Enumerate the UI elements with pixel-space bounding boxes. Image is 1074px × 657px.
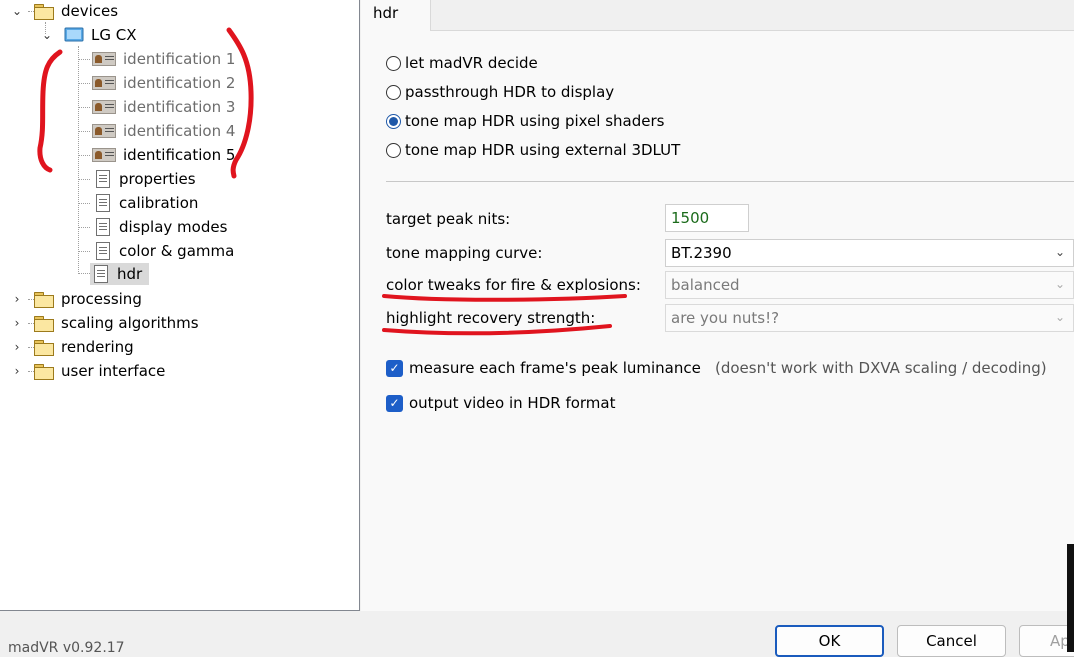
radio-tone-map-3dlut[interactable]: tone map HDR using external 3DLUT (386, 138, 680, 162)
tree-item-display-modes[interactable]: display modes (92, 216, 230, 238)
tab-bar: hdr (361, 0, 1074, 31)
chevron-right-icon[interactable]: › (10, 364, 24, 378)
window-edge (1067, 544, 1074, 652)
tree-connector (78, 251, 90, 252)
fire-tweaks-label: color tweaks for fire & explosions: (386, 276, 641, 294)
tree-item-rendering[interactable]: rendering (34, 336, 137, 358)
folder-icon (34, 315, 54, 332)
tree-item-scaling-algorithms[interactable]: scaling algorithms (34, 312, 202, 334)
tree-item-identification[interactable]: identification 2 (92, 72, 238, 94)
tone-curve-select[interactable]: BT.2390 ⌄ (665, 239, 1074, 267)
document-icon (96, 242, 110, 260)
document-icon (94, 265, 108, 283)
tree-item-calibration[interactable]: calibration (92, 192, 201, 214)
checkmark-icon: ✓ (386, 359, 403, 377)
tab-hdr[interactable]: hdr (361, 0, 431, 31)
tree-connector (78, 155, 90, 156)
radio-let-madvr-decide[interactable]: let madVR decide (386, 51, 538, 75)
tree-item-identification[interactable]: identification 1 (92, 48, 238, 70)
tree-connector (78, 46, 79, 272)
radio-icon (386, 142, 401, 158)
document-icon (96, 218, 110, 236)
tree-item-identification[interactable]: identification 3 (92, 96, 238, 118)
identification-icon (92, 52, 116, 66)
tree-connector (78, 107, 90, 108)
identification-icon (92, 76, 116, 90)
tree-item-identification[interactable]: identification 4 (92, 120, 238, 142)
folder-icon (34, 3, 54, 20)
document-icon (96, 170, 110, 188)
chevron-down-icon[interactable]: ⌄ (40, 28, 54, 42)
folder-icon (34, 339, 54, 356)
section-divider (386, 181, 1074, 182)
tree-connector (78, 59, 90, 60)
tree-item-device[interactable]: LG CX (64, 24, 140, 46)
tree-connector (78, 203, 90, 204)
measure-peak-checkbox[interactable]: ✓ measure each frame's peak luminance (386, 356, 701, 380)
apply-button[interactable]: Ap (1019, 625, 1074, 657)
radio-selected-icon (386, 113, 401, 129)
tree-connector (78, 273, 90, 274)
tree-item-identification[interactable]: identification 5 (92, 144, 238, 166)
chevron-right-icon[interactable]: › (10, 340, 24, 354)
ok-button[interactable]: OK (775, 625, 884, 657)
document-icon (96, 194, 110, 212)
tree-item-color-gamma[interactable]: color & gamma (92, 240, 237, 262)
radio-passthrough-hdr[interactable]: passthrough HDR to display (386, 80, 614, 104)
chevron-down-icon: ⌄ (1054, 245, 1065, 259)
version-label: madVR v0.92.17 (8, 640, 125, 656)
chevron-down-icon: ⌄ (1054, 310, 1065, 324)
radio-icon (386, 55, 401, 71)
tone-curve-label: tone mapping curve: (386, 244, 543, 262)
cancel-button[interactable]: Cancel (897, 625, 1006, 657)
highlight-recovery-label: highlight recovery strength: (386, 309, 596, 327)
tree-connector (78, 83, 90, 84)
tree-item-processing[interactable]: processing (34, 288, 145, 310)
chevron-right-icon[interactable]: › (10, 316, 24, 330)
chevron-right-icon[interactable]: › (10, 292, 24, 306)
measure-peak-note: (doesn't work with DXVA scaling / decodi… (715, 359, 1047, 377)
tree-item-devices[interactable]: devices (34, 0, 121, 22)
tree-item-hdr[interactable]: hdr (90, 263, 150, 285)
tree-connector (78, 179, 90, 180)
target-peak-label: target peak nits: (386, 210, 511, 228)
tree-connector (78, 227, 90, 228)
tree-connector (78, 131, 90, 132)
radio-tone-map-pixel-shaders[interactable]: tone map HDR using pixel shaders (386, 109, 664, 133)
target-peak-input[interactable]: 1500 (665, 204, 749, 232)
checkmark-icon: ✓ (386, 394, 403, 412)
identification-icon (92, 100, 116, 114)
output-hdr-checkbox[interactable]: ✓ output video in HDR format (386, 391, 616, 415)
chevron-down-icon: ⌄ (1054, 277, 1065, 291)
chevron-down-icon[interactable]: ⌄ (10, 4, 24, 18)
radio-icon (386, 84, 401, 100)
identification-icon (92, 124, 116, 138)
identification-icon (92, 148, 116, 162)
highlight-recovery-select[interactable]: are you nuts!? ⌄ (665, 304, 1074, 332)
folder-icon (34, 363, 54, 380)
folder-icon (34, 291, 54, 308)
settings-tree: ⌄ devices ⌄ LG CX identification 1 ident… (0, 0, 360, 611)
monitor-icon (64, 27, 84, 41)
tree-item-properties[interactable]: properties (92, 168, 199, 190)
fire-tweaks-select[interactable]: balanced ⌄ (665, 271, 1074, 299)
tree-item-user-interface[interactable]: user interface (34, 360, 168, 382)
